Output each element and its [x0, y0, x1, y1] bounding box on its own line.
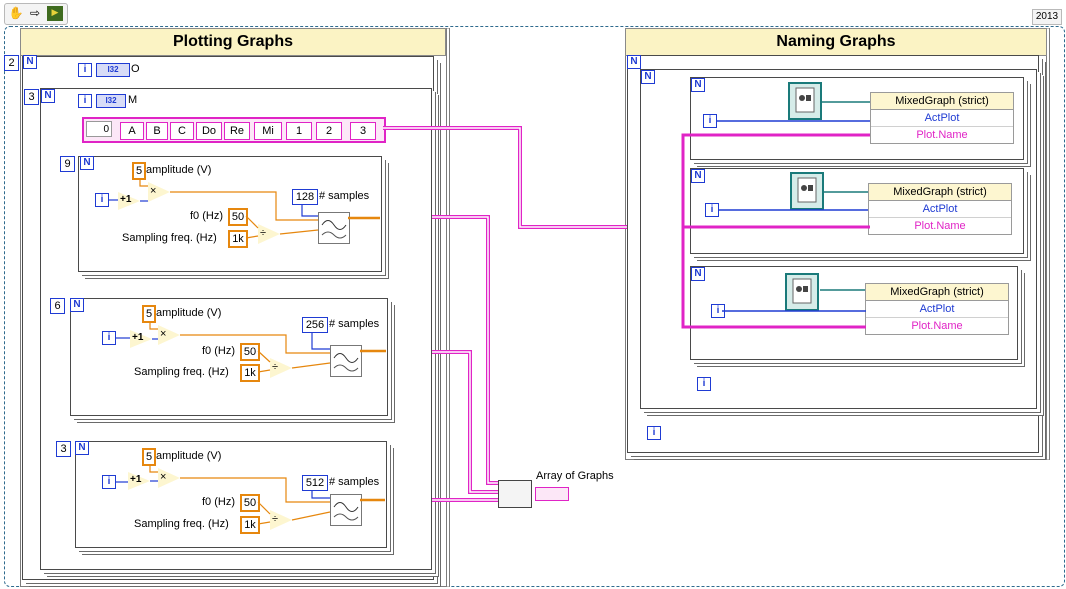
wires-layer	[383, 101, 870, 502]
